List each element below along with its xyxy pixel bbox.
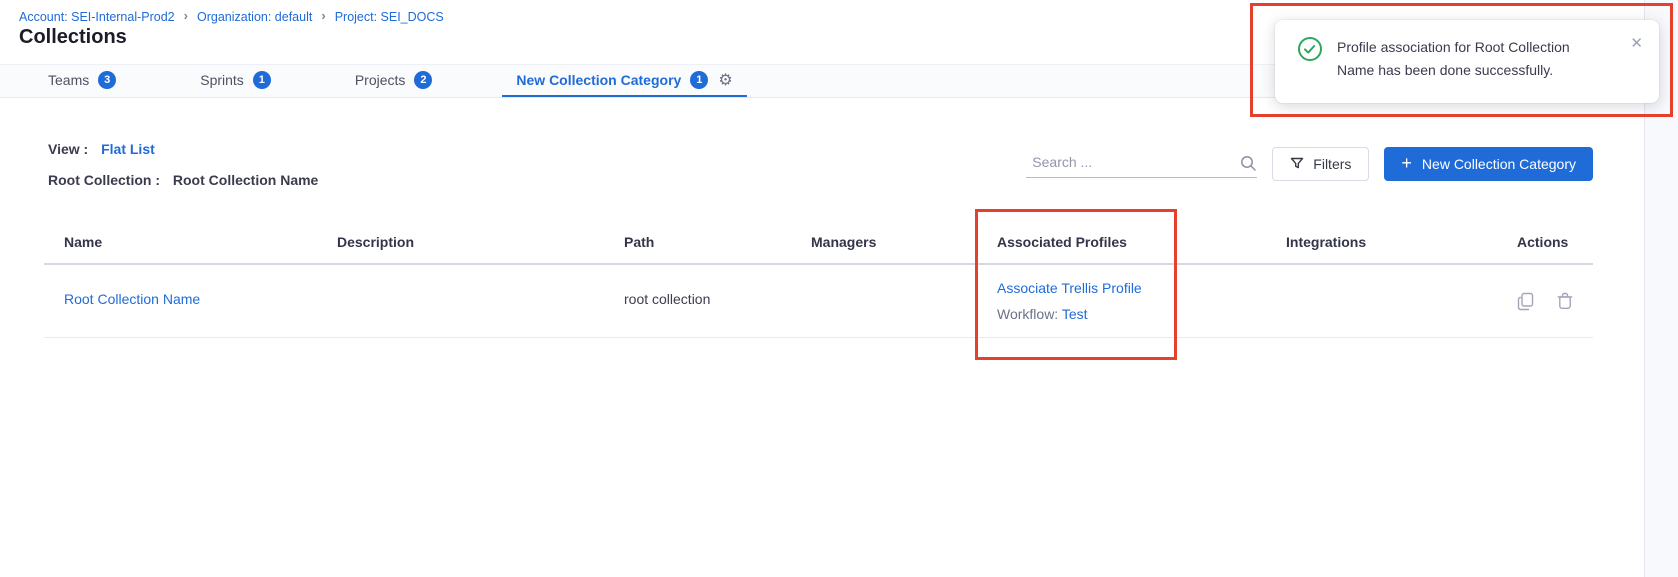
view-row: View : Flat List bbox=[48, 141, 155, 157]
close-icon[interactable]: ✕ bbox=[1630, 34, 1643, 52]
trash-icon[interactable] bbox=[1557, 292, 1573, 310]
breadcrumb: Account: SEI-Internal-Prod2 › Organizati… bbox=[19, 9, 444, 24]
chevron-right-icon: › bbox=[321, 8, 325, 23]
path-cell: root collection bbox=[624, 291, 710, 307]
gear-icon[interactable]: ⚙ bbox=[718, 70, 732, 90]
filter-funnel-icon bbox=[1290, 157, 1304, 171]
root-collection-label: Root Collection : bbox=[48, 172, 160, 188]
breadcrumb-organization-link[interactable]: Organization: default bbox=[197, 10, 312, 24]
toolbar: Filters + New Collection Category bbox=[1026, 147, 1593, 181]
root-collection-value: Root Collection Name bbox=[173, 172, 318, 188]
column-header-path: Path bbox=[624, 234, 654, 250]
tab-projects[interactable]: Projects 2 bbox=[341, 65, 447, 97]
column-header-name: Name bbox=[64, 234, 102, 250]
workflow-cell: Workflow: Test bbox=[997, 306, 1088, 322]
search-icon bbox=[1240, 155, 1257, 172]
filters-button[interactable]: Filters bbox=[1272, 147, 1369, 181]
table-row: Root Collection Name root collection Ass… bbox=[44, 265, 1593, 338]
search-box bbox=[1026, 150, 1257, 178]
column-header-description: Description bbox=[337, 234, 414, 250]
tab-teams[interactable]: Teams 3 bbox=[34, 65, 130, 97]
check-circle-icon bbox=[1297, 36, 1323, 62]
column-header-managers: Managers bbox=[811, 234, 876, 250]
new-collection-category-button[interactable]: + New Collection Category bbox=[1384, 147, 1593, 181]
column-header-associated-profiles: Associated Profiles bbox=[997, 234, 1127, 250]
tab-label: Teams bbox=[48, 72, 89, 88]
breadcrumb-project-link[interactable]: Project: SEI_DOCS bbox=[335, 10, 444, 24]
workflow-test-link[interactable]: Test bbox=[1062, 306, 1088, 322]
view-label: View : bbox=[48, 141, 88, 157]
plus-icon: + bbox=[1401, 154, 1412, 172]
tab-label: Sprints bbox=[200, 72, 244, 88]
count-badge: 3 bbox=[98, 71, 116, 89]
column-header-actions: Actions bbox=[1517, 234, 1568, 250]
success-toast: Profile association for Root Collection … bbox=[1275, 20, 1659, 103]
breadcrumb-account-link[interactable]: Account: SEI-Internal-Prod2 bbox=[19, 10, 175, 24]
count-badge: 1 bbox=[690, 71, 708, 89]
search-input[interactable] bbox=[1026, 154, 1240, 174]
new-collection-category-label: New Collection Category bbox=[1422, 156, 1576, 172]
associate-trellis-profile-link[interactable]: Associate Trellis Profile bbox=[997, 280, 1142, 296]
count-badge: 2 bbox=[414, 71, 432, 89]
page-title: Collections bbox=[19, 26, 127, 49]
filters-label: Filters bbox=[1313, 156, 1351, 172]
chevron-right-icon: › bbox=[184, 8, 188, 23]
collections-table: Name Description Path Managers Associate… bbox=[44, 210, 1593, 338]
column-header-integrations: Integrations bbox=[1286, 234, 1366, 250]
toast-message: Profile association for Root Collection … bbox=[1337, 36, 1599, 82]
workflow-label: Workflow: bbox=[997, 306, 1058, 322]
tab-label: Projects bbox=[355, 72, 406, 88]
table-header: Name Description Path Managers Associate… bbox=[44, 210, 1593, 265]
count-badge: 1 bbox=[253, 71, 271, 89]
flat-list-link[interactable]: Flat List bbox=[101, 141, 155, 157]
copy-icon[interactable] bbox=[1517, 292, 1534, 311]
root-collection-row: Root Collection : Root Collection Name bbox=[48, 172, 318, 188]
tab-label: New Collection Category bbox=[516, 72, 681, 88]
collection-name-link[interactable]: Root Collection Name bbox=[64, 291, 200, 307]
tab-new-collection-category[interactable]: New Collection Category 1 ⚙ bbox=[502, 65, 746, 97]
tab-sprints[interactable]: Sprints 1 bbox=[186, 65, 285, 97]
